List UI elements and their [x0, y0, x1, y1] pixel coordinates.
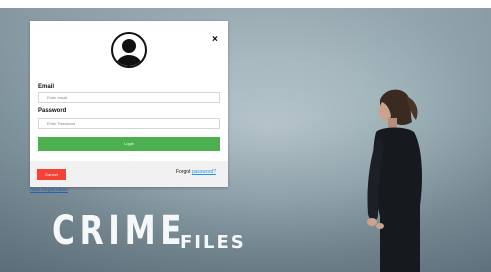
login-button[interactable]: Login [38, 137, 220, 151]
forgot-prefix: Forgot [176, 169, 191, 175]
brand-files-text: FILES [180, 232, 246, 253]
woman-figure-image [367, 89, 422, 272]
top-strip [0, 0, 491, 8]
forgot-password-text: Forgot password? [176, 169, 216, 175]
password-input[interactable]: Enter Password [38, 118, 220, 129]
brand-crime-text: CRIME [52, 208, 187, 254]
cancel-button[interactable]: Cancel [37, 169, 66, 180]
forgot-password-link[interactable]: password? [192, 169, 216, 175]
close-icon[interactable]: × [212, 35, 218, 45]
email-input[interactable]: Enter email [38, 92, 220, 103]
modal-footer: Cancel Forgot password? [30, 161, 228, 187]
email-label: Email [38, 84, 55, 90]
crime-files-logo: CRIME FILES [52, 208, 244, 254]
new-registration-link[interactable]: New Registration [30, 187, 68, 193]
password-label: Password [38, 108, 67, 114]
user-avatar-icon [111, 32, 147, 68]
login-modal: × Email Enter email Password Enter Passw… [30, 21, 228, 187]
